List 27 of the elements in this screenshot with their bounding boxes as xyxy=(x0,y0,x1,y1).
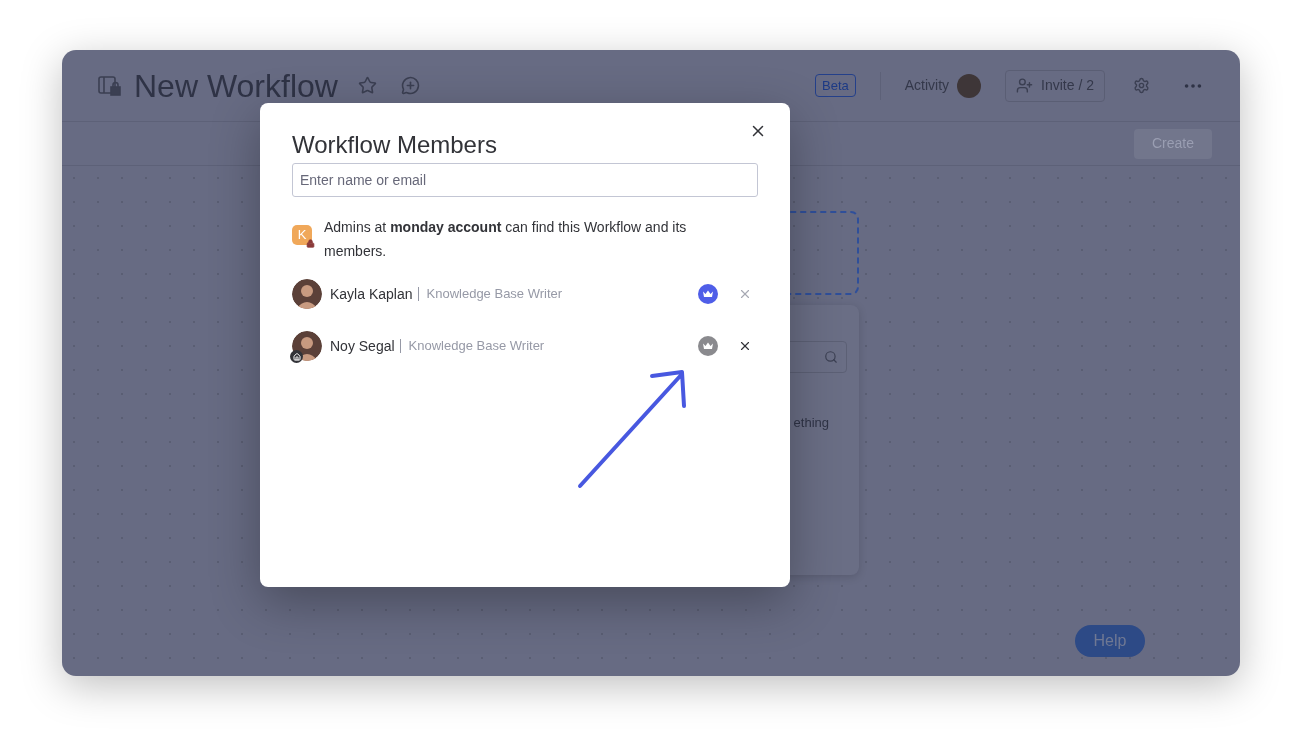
workflow-title: New Workflow xyxy=(134,69,338,102)
board-lock-icon xyxy=(98,74,122,97)
admin-notice: Admins at monday account can find this Workflow and its members. xyxy=(324,218,688,261)
avatar xyxy=(292,279,322,309)
settings-icon[interactable] xyxy=(1133,77,1150,94)
avatar xyxy=(292,331,322,361)
remove-button[interactable] xyxy=(738,339,752,353)
member-name: Noy Segal xyxy=(330,336,395,356)
add-user-icon xyxy=(1016,77,1034,94)
member-role: Knowledge Base Writer xyxy=(426,285,563,304)
search-icon xyxy=(824,350,838,364)
crown-icon[interactable] xyxy=(698,336,718,356)
member-name: Kayla Kaplan xyxy=(330,284,413,304)
star-icon[interactable] xyxy=(357,76,377,95)
invite-button[interactable]: Invite / 2 xyxy=(1005,69,1105,102)
panel-text: ething xyxy=(793,414,829,432)
help-button[interactable]: Help xyxy=(1075,625,1145,657)
dialog-title: Workflow Members xyxy=(292,131,498,159)
beta-badge: Beta xyxy=(815,73,856,98)
name-email-field[interactable]: Enter name or email xyxy=(292,163,758,197)
member-role: Knowledge Base Writer xyxy=(408,337,545,356)
crown-icon[interactable] xyxy=(698,284,718,304)
avatar xyxy=(957,73,982,98)
activity-button[interactable]: Activity xyxy=(904,73,982,98)
account-icon: K xyxy=(292,225,312,245)
comment-add-icon[interactable] xyxy=(400,76,420,95)
home-icon xyxy=(290,350,303,363)
